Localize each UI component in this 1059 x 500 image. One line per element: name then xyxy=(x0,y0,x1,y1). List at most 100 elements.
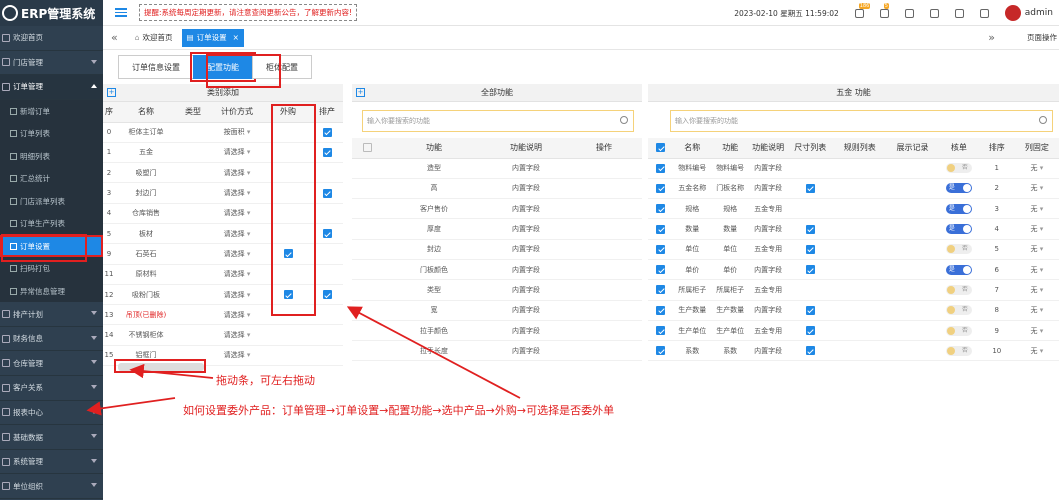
pricing-select[interactable]: 请选择 xyxy=(224,331,251,339)
checkbox[interactable] xyxy=(656,305,666,315)
check-toggle[interactable]: 否 xyxy=(945,305,972,316)
search-icon[interactable] xyxy=(620,116,628,124)
sidebar-item[interactable]: 系统管理 xyxy=(0,450,103,475)
sidebar-item[interactable]: 门店管理 xyxy=(0,51,103,76)
bell-icon[interactable]: 186 xyxy=(854,2,871,18)
pricing-select[interactable]: 请选择 xyxy=(224,230,251,238)
close-icon[interactable]: × xyxy=(233,33,239,42)
checkbox[interactable] xyxy=(322,147,332,157)
category-name[interactable]: 吸塑门 xyxy=(115,162,177,184)
tabs-next-icon[interactable]: » xyxy=(988,31,995,44)
table-row[interactable]: 拉手颜色 内置字段 xyxy=(352,320,642,342)
sidebar-item[interactable]: 订单管理 xyxy=(0,75,103,100)
pricing-select[interactable]: 请选择 xyxy=(224,169,251,177)
check-toggle[interactable]: 否 xyxy=(945,163,972,174)
checkbox[interactable] xyxy=(805,244,815,254)
check-toggle[interactable]: 否 xyxy=(945,284,972,295)
pricing-select[interactable]: 请选择 xyxy=(224,291,251,299)
table-row[interactable]: 门板颜色 内置字段 xyxy=(352,259,642,281)
fix-select[interactable]: 无 xyxy=(1030,205,1043,213)
check-toggle[interactable]: 否 xyxy=(945,244,972,255)
fix-select[interactable]: 无 xyxy=(1030,184,1043,192)
function-search-input[interactable]: 输入你要搜索的功能 xyxy=(362,110,634,132)
checkbox[interactable] xyxy=(656,183,666,193)
check-toggle[interactable]: 是 xyxy=(945,183,972,194)
fix-select[interactable]: 无 xyxy=(1030,286,1043,294)
sidebar-item[interactable]: 单位组织 xyxy=(0,474,103,500)
check-toggle[interactable]: 否 xyxy=(945,325,972,336)
function-search-input[interactable]: 输入你要搜索的功能 xyxy=(670,110,1053,132)
page-ops-button[interactable]: 页面操作 xyxy=(1027,32,1057,43)
sidebar-item[interactable]: 新增订单 xyxy=(0,99,103,123)
pricing-select[interactable]: 请选择 xyxy=(224,148,251,156)
checkbox[interactable] xyxy=(322,229,332,239)
username[interactable]: admin xyxy=(1025,8,1053,18)
sidebar-item[interactable]: 汇总统计 xyxy=(0,167,103,190)
sidebar-item[interactable]: 欢迎首页 xyxy=(0,26,103,51)
sidebar-item[interactable]: 仓库管理 xyxy=(0,351,103,377)
checkbox[interactable] xyxy=(805,346,815,356)
search-icon[interactable] xyxy=(1039,116,1047,124)
menu-toggle-icon[interactable] xyxy=(115,8,127,17)
fix-select[interactable]: 无 xyxy=(1030,327,1043,335)
category-name[interactable]: 石英石 xyxy=(115,243,177,265)
sidebar-item[interactable]: 排产计划 xyxy=(0,302,103,327)
checkbox[interactable] xyxy=(805,183,815,193)
checkbox[interactable] xyxy=(656,204,666,214)
add-icon[interactable]: + xyxy=(107,88,116,97)
doc-icon[interactable] xyxy=(904,8,914,18)
check-toggle[interactable]: 否 xyxy=(945,345,972,356)
tabs-prev-icon[interactable]: « xyxy=(111,31,118,44)
sidebar-item[interactable]: 异常信息管理 xyxy=(0,279,103,303)
category-name[interactable]: 板材 xyxy=(115,223,177,245)
table-row[interactable]: 类型 内置字段 xyxy=(352,279,642,301)
fix-select[interactable]: 无 xyxy=(1030,245,1043,253)
category-name[interactable]: 柜体主订单 xyxy=(115,122,177,143)
checkbox[interactable] xyxy=(322,127,332,137)
category-name[interactable]: 仓库销售 xyxy=(115,203,177,224)
sidebar-item[interactable]: 订单列表 xyxy=(0,122,103,145)
table-row[interactable]: 客户售价 内置字段 xyxy=(352,198,642,220)
sidebar-item[interactable]: 明细列表 xyxy=(0,144,103,168)
check-toggle[interactable]: 是 xyxy=(945,203,972,214)
checkbox[interactable] xyxy=(656,163,666,173)
checkbox[interactable] xyxy=(656,224,666,234)
pricing-select[interactable]: 请选择 xyxy=(224,311,251,319)
table-row[interactable]: 宽内置字段 xyxy=(352,300,642,321)
avatar[interactable] xyxy=(1004,5,1021,21)
table-row[interactable]: 厚度 内置字段 xyxy=(352,218,642,240)
pricing-select[interactable]: 请选择 xyxy=(224,270,251,278)
fullscreen-icon[interactable] xyxy=(979,8,989,18)
category-name[interactable]: 不锈钢柜体 xyxy=(115,324,177,346)
checkbox[interactable] xyxy=(322,188,332,198)
category-name[interactable]: 五金 xyxy=(115,142,177,164)
sidebar-item[interactable]: 基础数据 xyxy=(0,425,103,450)
sidebar-item[interactable]: 订单生产列表 xyxy=(0,212,103,235)
sidebar-item[interactable]: 报表中心 xyxy=(0,401,103,426)
check-toggle[interactable]: 是 xyxy=(945,224,972,235)
pricing-select[interactable]: 请选择 xyxy=(224,351,251,359)
checkbox[interactable] xyxy=(656,265,666,275)
add-icon[interactable]: + xyxy=(356,88,365,97)
table-row[interactable]: 高内置字段 xyxy=(352,178,642,200)
table-row[interactable]: 封边 内置字段 xyxy=(352,239,642,260)
fix-select[interactable]: 无 xyxy=(1030,164,1043,172)
checkbox[interactable] xyxy=(656,326,666,336)
pricing-select[interactable]: 按面积 xyxy=(224,128,251,136)
check-toggle[interactable]: 是 xyxy=(945,264,972,275)
tab-order-info[interactable]: 订单信息设置 xyxy=(118,55,194,79)
checkbox[interactable] xyxy=(656,346,666,356)
table-row[interactable]: 造型 内置字段 xyxy=(352,158,642,179)
tab-order-settings[interactable]: ▤ 订单设置 × xyxy=(181,28,244,47)
sidebar-item[interactable]: 客户关系 xyxy=(0,376,103,401)
checkbox[interactable] xyxy=(362,143,372,153)
pricing-select[interactable]: 请选择 xyxy=(224,189,251,197)
category-name[interactable]: 原材料 xyxy=(115,264,177,285)
tab-home[interactable]: ⌂ 欢迎首页 xyxy=(130,29,178,47)
fix-select[interactable]: 无 xyxy=(1030,225,1043,233)
checkbox[interactable] xyxy=(805,326,815,336)
sidebar-item[interactable]: 财务信息 xyxy=(0,327,103,352)
checkbox[interactable] xyxy=(805,265,815,275)
user-notify-icon[interactable]: 5 xyxy=(879,2,889,18)
checkbox[interactable] xyxy=(656,285,666,295)
